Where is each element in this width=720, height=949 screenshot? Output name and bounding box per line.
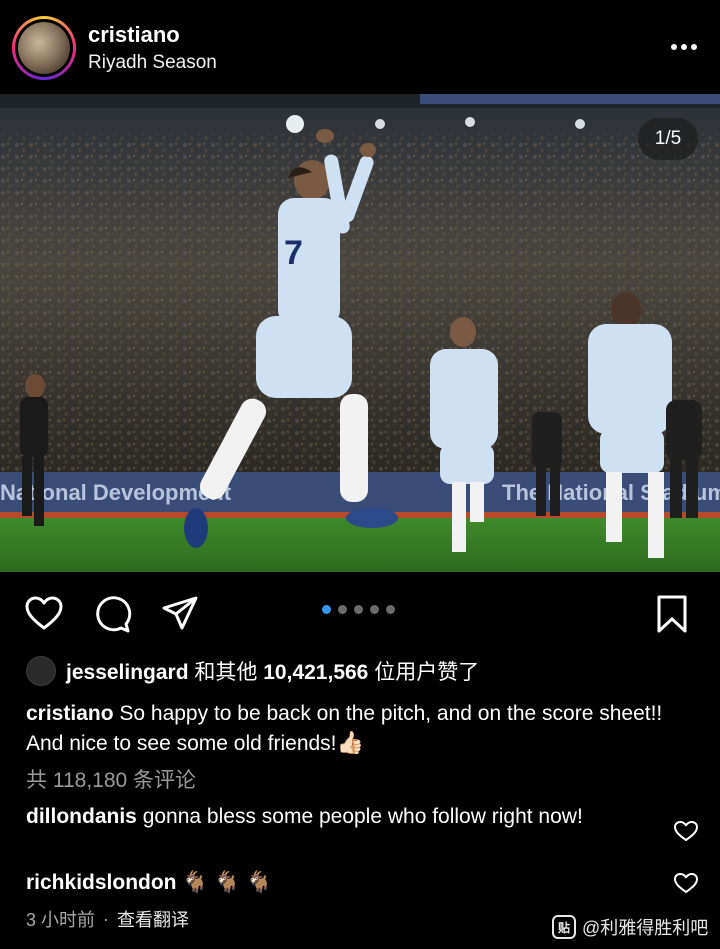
thumbs-up-emoji: 👍🏻 <box>336 730 364 755</box>
likes-row[interactable]: jesselingard 和其他 10,421,566 位用户赞了 <box>26 656 479 686</box>
meta-separator: · <box>103 908 110 929</box>
comment-text: gonna bless some people who follow right… <box>142 805 583 828</box>
action-bar <box>0 584 720 644</box>
post-meta: 3 小时前 · 查看翻译 <box>26 906 189 932</box>
comment-icon[interactable] <box>92 594 132 634</box>
liker-username[interactable]: jesselingard <box>66 661 189 684</box>
heart-icon[interactable] <box>24 594 64 634</box>
caption-username[interactable]: cristiano <box>26 702 114 725</box>
tieba-logo-icon: 贴 <box>552 915 576 939</box>
player-number: 7 <box>284 234 303 272</box>
likes-count[interactable]: 10,421,566 <box>263 661 368 684</box>
instagram-post-screen: cristiano Riyadh Season National Develop… <box>0 0 720 949</box>
stadium-photo: National Development The National Stadiu… <box>0 94 720 572</box>
post-caption: cristiano So happy to be back on the pit… <box>26 699 686 759</box>
carousel-dot <box>322 605 331 614</box>
image-counter-badge: 1/5 <box>638 118 698 160</box>
post-header: cristiano Riyadh Season <box>0 0 720 94</box>
comment-username[interactable]: richkidslondon <box>26 871 177 894</box>
post-location[interactable]: Riyadh Season <box>88 52 217 74</box>
watermark-text: @利雅得胜利吧 <box>582 918 709 938</box>
carousel-dot <box>386 605 395 614</box>
more-icon[interactable] <box>662 32 706 62</box>
carousel-dot <box>354 605 363 614</box>
share-icon[interactable] <box>160 594 200 634</box>
avatar[interactable] <box>12 16 76 80</box>
see-translation-link[interactable]: 查看翻译 <box>117 906 189 932</box>
carousel-indicator <box>322 605 395 614</box>
likes-suffix: 位用户赞了 <box>374 661 480 684</box>
post-photo[interactable]: National Development The National Stadiu… <box>0 94 720 572</box>
heart-small-icon[interactable] <box>673 871 699 895</box>
post-username[interactable]: cristiano <box>88 22 180 48</box>
post-time: 3 小时前 <box>26 910 96 930</box>
comment-username[interactable]: dillondanis <box>26 805 137 828</box>
view-all-comments[interactable]: 共 118,180 条评论 <box>26 764 196 794</box>
carousel-dot <box>338 605 347 614</box>
heart-small-icon[interactable] <box>673 819 699 843</box>
watermark: 贴 @利雅得胜利吧 <box>552 914 708 940</box>
carousel-dot <box>370 605 379 614</box>
bookmark-icon[interactable] <box>652 594 692 634</box>
comment-text: 🐐 🐐 🐐 <box>182 871 273 894</box>
likes-prefix: 和其他 <box>194 661 258 684</box>
avatar-photo <box>18 22 70 74</box>
comment-item: richkidslondon 🐐 🐐 🐐 <box>26 869 656 897</box>
liker-avatar <box>26 656 56 686</box>
comment-item: dillondanis gonna bless some people who … <box>26 803 656 831</box>
